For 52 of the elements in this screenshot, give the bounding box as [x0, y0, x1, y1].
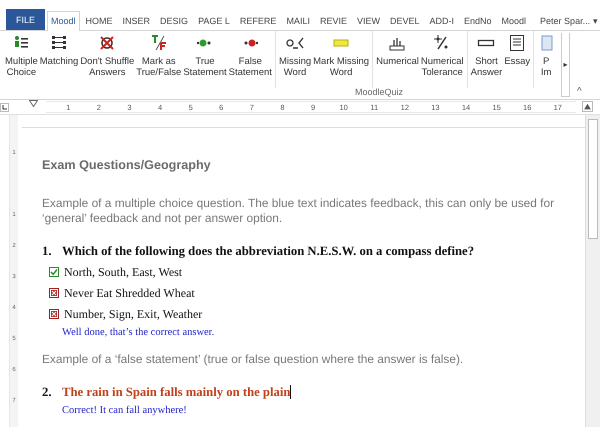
ribbon-button[interactable]: Numerical Tolerance [420, 34, 465, 88]
document-heading: Exam Questions/Geography [42, 158, 212, 172]
ribbon-button[interactable]: Multiple Choice [4, 34, 39, 88]
ribbon-tab[interactable]: Moodl [498, 11, 530, 30]
scrollbar-thumb[interactable] [588, 119, 598, 239]
ribbon-tab[interactable]: PAGE L [194, 11, 234, 30]
ribbon-button[interactable]: Matching [38, 34, 80, 88]
tab-stop-icon [0, 102, 9, 112]
paragraph: Example of a ‘false statement’ (true or false question where the answer is false). [42, 352, 464, 367]
ribbon-button[interactable]: Mark Missing Word [312, 34, 370, 88]
question-number: 2. [42, 385, 53, 400]
feedback-text: Correct! It can fall anywhere! [62, 405, 188, 416]
ribbon-button[interactable]: True Statement [182, 34, 228, 88]
ribbon-tab[interactable]: DEVEL [386, 11, 424, 30]
file-tab[interactable]: FILE [6, 9, 46, 30]
ribbon-tab[interactable]: Moodl [47, 11, 80, 31]
answer-option: Number, Sign, Exit, Weather [64, 306, 202, 322]
ribbon-button[interactable]: Short Answer [470, 34, 504, 88]
true-false-icon [150, 34, 168, 52]
ribbon-tab[interactable]: ADD-I [426, 11, 458, 30]
question-text: The rain in Spain falls mainly on the plain [62, 385, 290, 400]
ribbon-button[interactable]: Don't Shuffle Answers [79, 34, 136, 88]
indent-marker-icon [29, 100, 38, 107]
account-caret[interactable]: ▾ [593, 16, 598, 26]
document-icon [508, 34, 526, 52]
ribbon-button[interactable]: Missing Word [278, 34, 312, 88]
answer-option: Never Eat Shredded Wheat [64, 286, 195, 300]
matching-icon [50, 34, 68, 52]
collapse-button[interactable]: ^ [577, 86, 582, 97]
ribbon-button[interactable]: P Im [536, 34, 556, 88]
ribbon-tab[interactable]: REVIE [316, 11, 351, 30]
ribbon-button[interactable]: False Statement [228, 34, 273, 88]
ribbon-tab[interactable]: HOME [82, 11, 117, 30]
ribbon-tab[interactable]: REFERE [236, 11, 280, 30]
ribbon-tab[interactable]: DESIG [156, 11, 192, 30]
feedback-text: Well done, that’s the correct answer. [62, 327, 216, 338]
paragraph: Example of a multiple choice question. The blue text indicates feedback, this can only be used for ‘general’ feedback and not per answer option. [42, 196, 556, 226]
question-number: 1. [42, 244, 53, 259]
ribbon-button[interactable]: Numerical [375, 34, 420, 88]
ribbon-tab[interactable]: VIEW [352, 11, 384, 30]
ribbon-button[interactable]: Mark as True/False [135, 34, 182, 88]
ribbon-tab[interactable]: EndNo [460, 11, 496, 30]
ribbon-tab[interactable]: INSER [118, 11, 154, 30]
crossed-circle-icon [98, 34, 116, 52]
account-name[interactable]: Peter Spar... [540, 16, 590, 26]
answer-option: North, South, East, West [64, 264, 182, 280]
ribbon-tab[interactable]: MAILI [282, 11, 314, 30]
up-arrow-icon [582, 101, 593, 112]
ribbon-button[interactable]: Essay [503, 34, 532, 88]
scroll-button[interactable]: ▸ [561, 33, 570, 97]
group-label: MoodleQuiz [355, 87, 404, 97]
question-text: Which of the following does the abbreviation N.E.S.W. on a compass define? [62, 244, 474, 259]
